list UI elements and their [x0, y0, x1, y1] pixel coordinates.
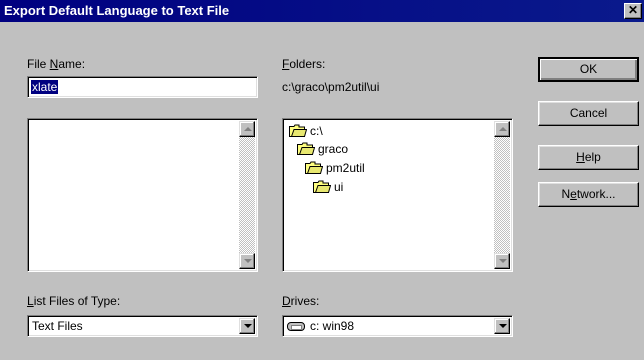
arrow-up-icon — [499, 127, 507, 131]
open-folder-icon — [297, 142, 315, 155]
file-type-select[interactable]: Text Files — [27, 315, 258, 337]
arrow-up-icon — [244, 127, 252, 131]
folders-label: Folders: — [282, 57, 326, 71]
open-folder-icon — [305, 161, 323, 174]
drives-dropdown-button[interactable] — [494, 318, 510, 334]
current-path: c:\graco\pm2util\ui — [282, 80, 380, 94]
ok-button[interactable]: OK — [538, 57, 639, 82]
cancel-button[interactable]: Cancel — [538, 101, 639, 126]
open-folder-icon — [289, 124, 307, 137]
file-type-dropdown-button[interactable] — [239, 318, 255, 334]
scroll-down-button[interactable] — [239, 253, 255, 269]
file-name-label: File Name: — [27, 57, 86, 71]
file-list-scrollbar[interactable] — [239, 121, 255, 269]
drives-label: Drives: — [282, 294, 320, 308]
chevron-down-icon — [244, 324, 252, 328]
folder-tree[interactable]: c:\ graco pm2util ui — [282, 118, 513, 272]
title-bar[interactable]: Export Default Language to Text File ✕ — [0, 0, 644, 22]
drives-value: c: win98 — [310, 319, 355, 333]
scroll-up-button[interactable] — [494, 121, 510, 137]
export-dialog: Export Default Language to Text File ✕ F… — [0, 0, 644, 360]
file-list[interactable] — [27, 118, 258, 272]
arrow-down-icon — [499, 259, 507, 263]
folder-tree-scrollbar[interactable] — [494, 121, 510, 269]
close-icon[interactable]: ✕ — [624, 3, 642, 19]
window-title: Export Default Language to Text File — [4, 3, 230, 18]
hard-drive-icon — [287, 322, 305, 331]
scroll-up-button[interactable] — [239, 121, 255, 137]
chevron-down-icon — [499, 324, 507, 328]
file-name-input[interactable]: xlate — [27, 76, 258, 98]
arrow-down-icon — [244, 259, 252, 263]
drives-select[interactable]: c: win98 — [282, 315, 513, 337]
network-button[interactable]: Network... — [538, 182, 639, 207]
help-button[interactable]: Help — [538, 145, 639, 170]
file-type-value: Text Files — [32, 319, 83, 333]
file-type-label: List Files of Type: — [27, 294, 121, 308]
file-name-value: xlate — [31, 80, 59, 94]
open-folder-icon — [313, 180, 331, 193]
scroll-down-button[interactable] — [494, 253, 510, 269]
